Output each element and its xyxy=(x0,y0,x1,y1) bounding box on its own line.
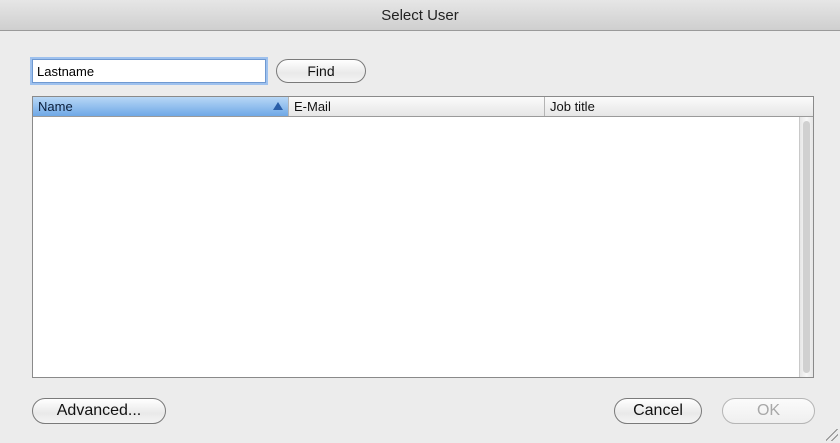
column-header-email-label: E-Mail xyxy=(294,99,331,114)
advanced-button[interactable]: Advanced... xyxy=(32,398,166,424)
window-title: Select User xyxy=(0,0,840,31)
table-header: Name E-Mail Job title xyxy=(33,97,813,117)
column-header-name-label: Name xyxy=(38,99,73,114)
cancel-button[interactable]: Cancel xyxy=(614,398,702,424)
column-header-job-title-label: Job title xyxy=(550,99,595,114)
find-button[interactable]: Find xyxy=(276,59,366,83)
column-header-name[interactable]: Name xyxy=(33,97,289,116)
scrollbar-thumb[interactable] xyxy=(803,121,810,373)
search-input[interactable] xyxy=(32,59,266,83)
vertical-scrollbar[interactable] xyxy=(799,117,813,377)
ok-button[interactable]: OK xyxy=(722,398,815,424)
column-header-job-title[interactable]: Job title xyxy=(545,97,813,116)
column-header-email[interactable]: E-Mail xyxy=(289,97,545,116)
sort-ascending-icon xyxy=(273,102,283,110)
users-table: Name E-Mail Job title xyxy=(32,96,814,378)
resize-grip-icon[interactable] xyxy=(826,429,838,441)
